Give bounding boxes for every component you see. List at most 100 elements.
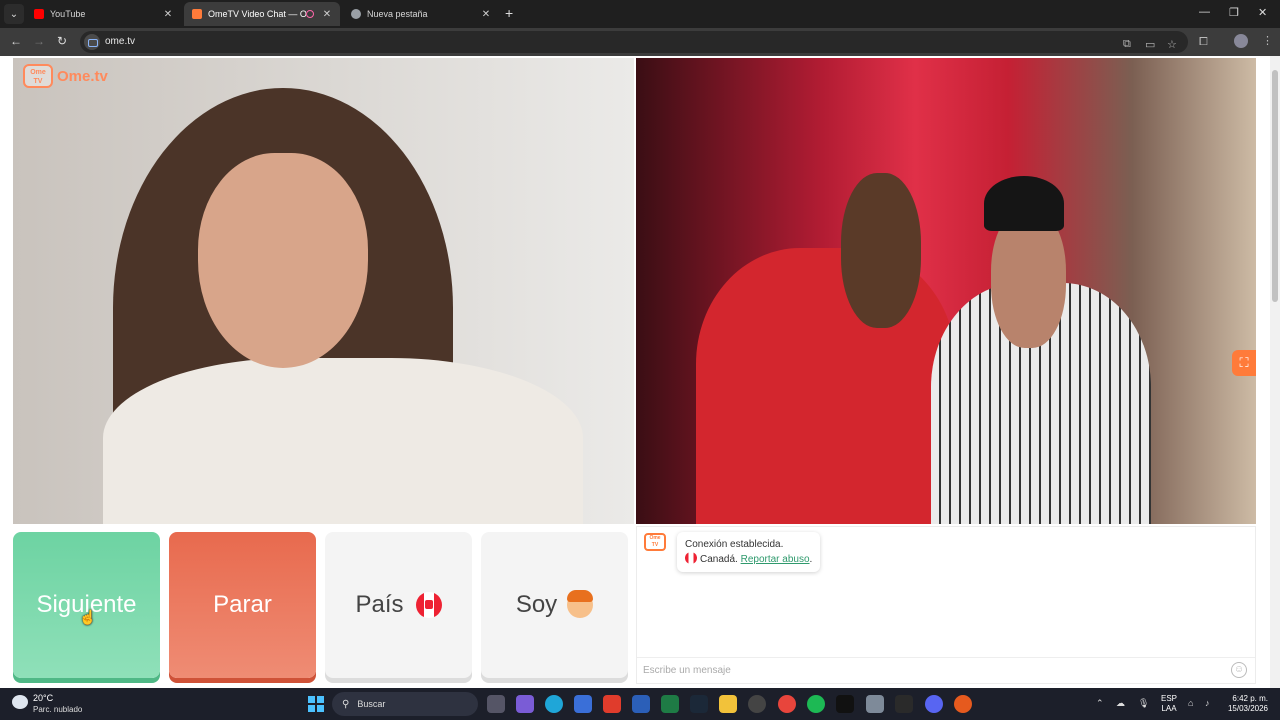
extensions-icon[interactable]: ⧠ (1199, 36, 1208, 49)
close-window-icon[interactable]: ✕ (1258, 6, 1267, 19)
search-icon: ⚲ (342, 698, 350, 710)
network-icon[interactable]: ⌂ (1188, 698, 1193, 708)
close-tab-icon[interactable]: ✕ (479, 9, 493, 20)
spotify-icon[interactable] (807, 695, 825, 713)
weather-description: Parc. nublado (33, 705, 83, 714)
self-video: ⛶ (636, 58, 1256, 524)
forward-icon[interactable]: → (33, 34, 45, 48)
tab-title: OmeTV Video Chat — Ome (208, 9, 306, 19)
microphone-icon[interactable]: 🎙 (1138, 698, 1149, 709)
restore-icon[interactable]: ❐ (1229, 6, 1239, 19)
tray-overflow-icon[interactable]: ⌃ (1096, 698, 1104, 709)
office-icon[interactable] (603, 695, 621, 713)
period: . (809, 554, 813, 565)
system-message: Conexión establecida. Canadá. Reportar a… (677, 532, 821, 572)
country-line: Canadá. Reportar abuso. (685, 552, 812, 567)
recording-icon (306, 10, 314, 18)
back-icon[interactable]: ← (10, 34, 22, 48)
bookmark-star-icon[interactable]: ☆ (1167, 38, 1177, 51)
report-abuse-link[interactable]: Reportar abuso (741, 554, 810, 565)
address-bar[interactable]: ome.tv ⧉ ▭ ☆ (80, 31, 1188, 53)
close-tab-icon[interactable]: ✕ (161, 9, 175, 20)
browser-toolbar: ← → ↻ ome.tv ⧉ ▭ ☆ ⧠ ⋮ (0, 28, 1280, 56)
tab-search-button[interactable]: ⌄ (4, 4, 24, 24)
word-icon[interactable] (632, 695, 650, 713)
tiktok-icon[interactable] (836, 695, 854, 713)
windows-start-icon[interactable] (308, 696, 324, 712)
app-icon[interactable] (748, 695, 766, 713)
canada-flag-icon (415, 592, 442, 618)
gender-button[interactable]: Soy (481, 532, 628, 678)
country-label: País (355, 591, 404, 618)
windows-taskbar: 20°C Parc. nublado ⚲ Buscar ⌃ ☁ 🎙 ESP LAA… (0, 688, 1280, 720)
volume-icon[interactable]: ♪ (1205, 698, 1210, 708)
excel-icon[interactable] (661, 695, 679, 713)
mouse-cursor-icon: ☝ (79, 609, 97, 625)
tab-ometv[interactable]: OmeTV Video Chat — Ome ✕ (184, 2, 340, 26)
message-input[interactable] (643, 658, 1203, 682)
stranger-shirt (103, 358, 583, 524)
cast-icon[interactable]: ▭ (1145, 38, 1155, 51)
soy-label: Soy (515, 591, 558, 618)
cloud-icon[interactable]: ☁ (1116, 698, 1125, 709)
stranger-face (198, 153, 368, 368)
ometv-logo: Ome TV Ome.tv (23, 64, 108, 88)
connection-status: Conexión establecida. (685, 539, 784, 550)
taskbar-search[interactable]: ⚲ Buscar (332, 692, 478, 716)
minimize-icon[interactable]: — (1199, 6, 1210, 18)
translate-icon[interactable]: ⧉ (1123, 38, 1131, 51)
youtube-icon (34, 9, 44, 19)
black-cap (984, 176, 1064, 231)
chat-panel: Ome TV Conexión establecida. Canadá. Rep… (636, 526, 1256, 684)
weather-temperature: 20°C (33, 693, 54, 703)
message-input-row: ☺ (637, 657, 1255, 683)
stop-button[interactable]: Parar (169, 532, 316, 678)
ometv-icon (192, 9, 202, 19)
chrome-icon[interactable] (778, 695, 796, 713)
menu-icon[interactable]: ⋮ (1262, 34, 1273, 47)
edge-icon[interactable] (545, 695, 563, 713)
discord-icon[interactable] (925, 695, 943, 713)
settings-icon[interactable] (866, 695, 884, 713)
boy-emoji-icon (567, 590, 594, 618)
language-bottom: LAA (1161, 704, 1177, 713)
scrollbar-thumb[interactable] (1272, 70, 1278, 302)
weather-icon[interactable] (12, 695, 28, 709)
profile-avatar[interactable] (1234, 34, 1248, 48)
language-indicator[interactable]: ESP LAA (1161, 694, 1177, 714)
new-tab-button[interactable]: + (505, 5, 513, 21)
site-info-icon[interactable] (84, 34, 100, 50)
close-tab-icon[interactable]: ✕ (320, 9, 334, 20)
country-button[interactable]: País (325, 532, 472, 678)
clock-date: 15/03/2026 (1227, 704, 1268, 713)
clock[interactable]: 6:42 p. m. 15/03/2026 (1224, 694, 1268, 714)
tab-new[interactable]: Nueva pestaña ✕ (343, 2, 499, 26)
ometv-chat-logo: Ome TV (644, 533, 666, 551)
tab-title: Nueva pestaña (367, 9, 428, 19)
canada-flag-icon (685, 552, 697, 564)
next-button[interactable]: Siguiente (13, 532, 160, 678)
file-explorer-icon[interactable] (719, 695, 737, 713)
emoji-icon[interactable]: ☺ (1231, 662, 1247, 678)
copilot-icon[interactable] (516, 695, 534, 713)
reload-icon[interactable]: ↻ (57, 34, 67, 48)
steam-icon[interactable] (690, 695, 708, 713)
tab-youtube[interactable]: YouTube ✕ (26, 2, 181, 26)
search-label: Buscar (357, 699, 386, 709)
store-icon[interactable] (574, 695, 592, 713)
brave-icon[interactable] (954, 695, 972, 713)
screenshot-icon[interactable]: ⛶ (1232, 350, 1256, 376)
logo-badge: Ome TV (23, 64, 53, 88)
person-head (841, 173, 921, 328)
logo-text: Ome.tv (57, 67, 108, 85)
clock-time: 6:42 p. m. (1232, 694, 1268, 703)
stranger-video: Ome TV Ome.tv (13, 58, 634, 524)
tab-strip: ⌄ YouTube ✕ OmeTV Video Chat — Ome ✕ Nue… (0, 0, 1280, 28)
ometv-page: Ome TV Ome.tv ⛶ Siguiente Parar País Soy… (0, 56, 1280, 688)
tab-title: YouTube (50, 9, 86, 19)
epic-games-icon[interactable] (895, 695, 913, 713)
country-name: Canadá. (700, 554, 738, 565)
page-scrollbar[interactable] (1270, 56, 1280, 688)
url-text: ome.tv (105, 36, 136, 47)
task-view-icon[interactable] (487, 695, 505, 713)
